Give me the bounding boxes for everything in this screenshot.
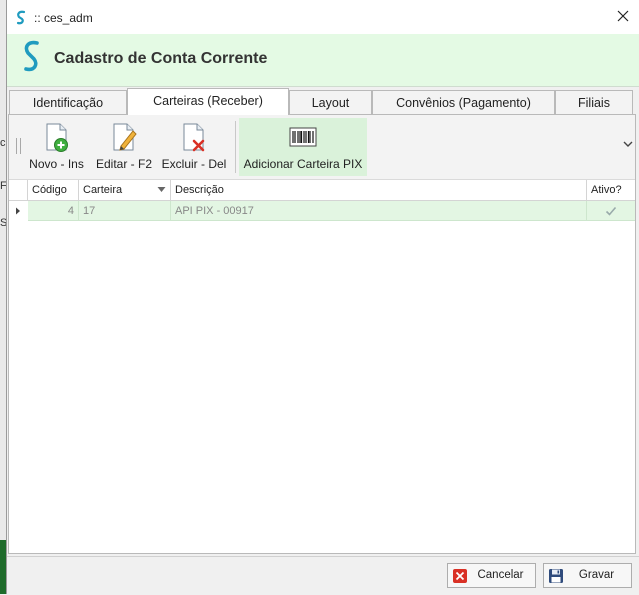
tab-filiais[interactable]: Filiais xyxy=(555,90,633,114)
save-button[interactable]: Gravar xyxy=(543,563,632,588)
row-pointer-icon xyxy=(16,207,20,215)
cell-codigo[interactable]: 4 xyxy=(28,201,79,221)
window-title: :: ces_adm xyxy=(34,11,93,25)
tab-layout[interactable]: Layout xyxy=(289,90,372,114)
column-header-codigo[interactable]: Código xyxy=(28,180,79,200)
toolbar-separator xyxy=(235,121,236,173)
sort-down-icon xyxy=(157,187,166,192)
grid-header: Código Carteira Descrição Ativo? xyxy=(9,180,635,201)
column-header-ativo[interactable]: Ativo? xyxy=(587,180,635,200)
tab-strip: Identificação Carteiras (Receber) Layout… xyxy=(7,88,639,115)
new-button[interactable]: Novo - Ins xyxy=(25,118,88,176)
delete-button[interactable]: Excluir - Del xyxy=(160,118,228,176)
row-indicator xyxy=(9,201,28,221)
cancel-button-label: Cancelar xyxy=(477,569,524,581)
title-bar: :: ces_adm xyxy=(7,0,639,34)
edit-document-icon xyxy=(113,123,137,151)
background-text-fragment: c xyxy=(0,137,6,149)
column-header-carteira-label: Carteira xyxy=(83,184,123,196)
tab-convenios-pagamento[interactable]: Convênios (Pagamento) xyxy=(372,90,555,114)
column-header-carteira[interactable]: Carteira xyxy=(79,180,171,200)
dialog-window: :: ces_adm Cadastro de Conta Corrente Id… xyxy=(6,0,639,595)
new-document-icon xyxy=(46,123,68,152)
edit-button[interactable]: Editar - F2 xyxy=(94,118,154,176)
tab-panel-carteiras: Novo - Ins Editar - F2 Excluir - Del Adi… xyxy=(8,114,636,554)
close-icon[interactable] xyxy=(615,8,631,24)
form-header: Cadastro de Conta Corrente xyxy=(7,34,639,87)
barcode-icon xyxy=(289,127,317,147)
column-header-descricao[interactable]: Descrição xyxy=(171,180,587,200)
table-row[interactable]: 4 17 API PIX - 00917 xyxy=(9,201,635,221)
toolbar: Novo - Ins Editar - F2 Excluir - Del Adi… xyxy=(9,115,635,180)
cell-carteira[interactable]: 17 xyxy=(79,201,171,221)
new-button-label: Novo - Ins xyxy=(29,157,84,171)
app-logo-icon xyxy=(16,10,26,25)
tab-carteiras-receber[interactable]: Carteiras (Receber) xyxy=(127,88,289,115)
cell-descricao[interactable]: API PIX - 00917 xyxy=(171,201,587,221)
cancel-button[interactable]: Cancelar xyxy=(447,563,536,588)
add-pix-wallet-label: Adicionar Carteira PIX xyxy=(243,157,363,171)
toolbar-grip[interactable] xyxy=(16,138,21,154)
delete-button-label: Excluir - Del xyxy=(161,157,227,171)
delete-document-icon xyxy=(183,123,205,152)
add-pix-wallet-button[interactable]: Adicionar Carteira PIX xyxy=(239,118,367,176)
edit-button-label: Editar - F2 xyxy=(95,157,152,171)
cell-ativo[interactable] xyxy=(587,201,635,221)
tab-identificacao[interactable]: Identificação xyxy=(9,90,127,114)
dialog-footer: Cancelar Gravar xyxy=(7,556,639,595)
save-button-label: Gravar xyxy=(578,569,615,581)
chevron-down-icon[interactable] xyxy=(621,137,635,151)
app-logo-icon xyxy=(24,40,39,72)
grid-indicator-header xyxy=(9,180,28,200)
checkbox-checked-icon[interactable] xyxy=(605,205,617,217)
page-title: Cadastro de Conta Corrente xyxy=(54,50,268,67)
